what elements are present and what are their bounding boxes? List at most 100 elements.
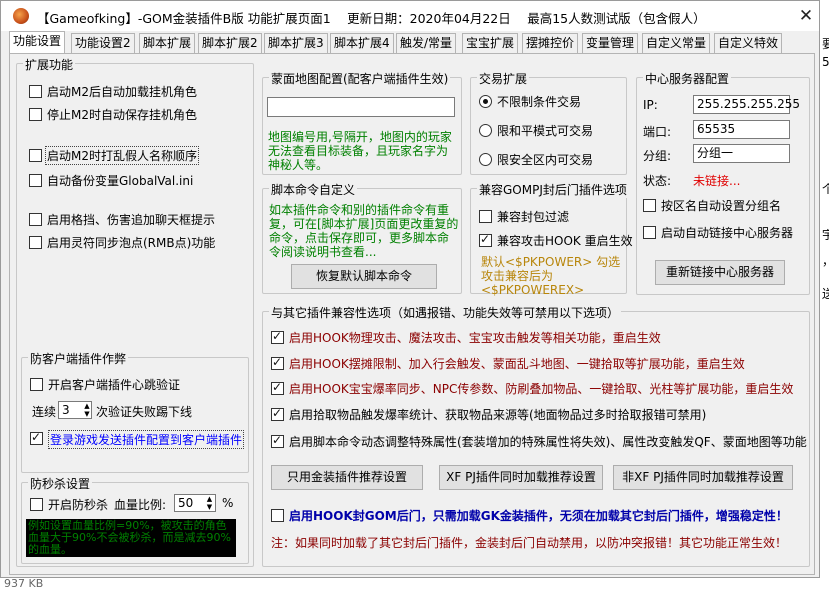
checkbox-label: 停止M2时自动保存挂机角色	[47, 108, 197, 122]
radio-peace-mode[interactable]	[479, 124, 492, 137]
reconnect-server-button[interactable]: 重新链接中心服务器	[655, 260, 785, 285]
checkbox-anti-instakill[interactable]	[30, 498, 43, 511]
label-port: 端口:	[643, 125, 672, 139]
main-window: 【Gameofking】-GOM金装插件B版 功能扩展页面1 更新日期：2020…	[0, 0, 820, 578]
radio-label: 限安全区内可交易	[497, 153, 594, 167]
checkbox-backup-globalval[interactable]	[29, 174, 42, 187]
spinner-arrows-icon[interactable]: ▲ ▼	[204, 495, 215, 511]
xf-pj-preset-button[interactable]: XF PJ插件同时加载推荐设置	[439, 465, 603, 490]
group-label: 中心服务器配置	[643, 70, 732, 87]
checkbox-label: 启用脚本命令动态调整特殊属性(套装增加的特殊属性将失效)、属性改变触发QF、蒙面…	[289, 435, 807, 449]
label-ip: IP:	[643, 98, 658, 112]
restore-default-script-button[interactable]: 恢复默认脚本命令	[291, 264, 437, 289]
tab-script-ext[interactable]: 脚本扩展	[139, 33, 196, 53]
group-input[interactable]: 分组一	[693, 144, 790, 163]
title-bar[interactable]: 【Gameofking】-GOM金装插件B版 功能扩展页面1 更新日期：2020…	[1, 1, 819, 31]
background-fragment: 5	[822, 55, 829, 69]
label-group: 分组:	[643, 149, 672, 163]
group-center-server: 中心服务器配置 IP: 255.255.255.255 端口: 65535 分组…	[636, 70, 810, 295]
group-script-custom: 脚本命令自定义 如本插件命令和别的插件命令有重复，可在[脚本扩展]页面更改重复的…	[262, 181, 462, 294]
checkbox-hook-attack[interactable]	[271, 329, 284, 344]
group-label: 脚本命令自定义	[269, 181, 358, 198]
tab-custom-effect[interactable]: 自定义特效	[714, 33, 783, 53]
checkbox-packet-filter[interactable]	[479, 210, 492, 223]
checkbox-auto-group-name[interactable]	[643, 199, 656, 212]
checkbox-hook-pet-drop[interactable]	[271, 380, 284, 395]
checkbox-hook-gom-backdoor[interactable]	[271, 509, 284, 522]
label-hp-ratio: 血量比例:	[114, 498, 167, 512]
checkbox-heartbeat[interactable]	[30, 378, 43, 391]
group-trade-ext: 交易扩展 不限制条件交易 限和平模式可交易 限安全区内可交易	[470, 70, 627, 175]
tab-script-ext-4[interactable]: 脚本扩展4	[330, 33, 394, 53]
label-consecutive: 连续	[32, 405, 57, 419]
connection-status: 未链接...	[693, 174, 741, 188]
mask-map-info: 地图编号用,号隔开，地图内的玩家无法查看目标装备，且玩家名字为神秘人等。	[268, 130, 452, 172]
radio-no-limit[interactable]	[479, 95, 492, 108]
gold-only-preset-button[interactable]: 只用金装插件推荐设置	[271, 465, 423, 490]
radio-safe-zone[interactable]	[479, 153, 492, 166]
label-percent: %	[222, 496, 234, 510]
mask-map-input[interactable]	[267, 97, 455, 117]
group-label: 交易扩展	[477, 70, 530, 87]
group-extend-functions: 扩展功能 启动M2后自动加载挂机角色 停止M2时自动保存挂机角色 启动M2时打乱…	[16, 56, 254, 567]
ip-input[interactable]: 255.255.255.255	[693, 95, 800, 114]
tab-trigger-constant[interactable]: 触发/常量	[396, 33, 457, 53]
checkbox-label: 启用HOOK摆摊限制、加入行会触发、蒙面乱斗地图、一键拾取等扩展功能，重启生效	[289, 357, 745, 371]
tab-custom-constant[interactable]: 自定义常量	[642, 33, 711, 53]
label-status: 状态:	[643, 174, 672, 188]
checkbox-label: 启用HOOK宝宝爆率同步、NPC传参数、防刷叠加物品、一键拾取、光柱等扩展功能，…	[289, 382, 794, 396]
non-xf-pj-preset-button[interactable]: 非XF PJ插件同时加载推荐设置	[613, 465, 793, 490]
tab-script-ext-3[interactable]: 脚本扩展3	[264, 33, 328, 53]
checkbox-dynamic-attrs[interactable]	[271, 433, 284, 448]
checkbox-label: 启动M2后自动加载挂机角色	[47, 85, 197, 99]
checkbox-attack-hook[interactable]	[479, 232, 492, 247]
checkbox-label: 启用灵符同步泡点(RMB点)功能	[47, 236, 216, 250]
checkbox-auto-load-bots[interactable]	[29, 85, 42, 98]
group-label: 防秒杀设置	[28, 475, 93, 492]
group-label: 蒙面地图配置(配客户端插件生效)	[269, 70, 451, 87]
port-input[interactable]: 65535	[693, 120, 790, 139]
checkbox-label: 兼容攻击HOOK 重启生效	[497, 234, 633, 248]
checkbox-label: 开启客户端插件心跳验证	[48, 378, 181, 392]
background-fragment: 宇	[822, 228, 829, 242]
group-anti-instakill: 防秒杀设置 开启防秒杀 血量比例: 50 ▲ ▼ % 例如设置血量比例=90%，被…	[21, 475, 249, 564]
checkbox-label: 启用HOOK封GOM后门，只需加载GK金装插件，无须在加载其它封后门插件，增强稳…	[289, 509, 788, 523]
app-icon	[13, 8, 29, 24]
tab-variable-manage[interactable]: 变量管理	[582, 33, 639, 53]
group-plugin-compat: 与其它插件兼容性选项（如遇报错、功能失效等可禁用以下选项） 启用HOOK物理攻击…	[262, 304, 810, 567]
checkbox-label: 登录游戏发送插件配置到客户端插件	[48, 430, 245, 449]
checkbox-label: 自动备份变量GlobalVal.ini	[47, 174, 194, 188]
checkbox-auto-save-bots[interactable]	[29, 108, 42, 121]
group-label: 防客户端插件作弊	[28, 350, 129, 367]
tab-stall-price[interactable]: 摆摊控价	[522, 33, 579, 53]
checkbox-block-damage-tip[interactable]	[29, 213, 42, 226]
checkbox-label: 启动M2时打乱假人名称顺序	[45, 146, 199, 165]
checkbox-label: 启用拾取物品触发爆率统计、获取物品来源等(地面物品过多时拾取报错可禁用)	[289, 408, 707, 422]
group-gompj-compat: 兼容GOMPJ封后门插件选项 兼容封包过滤 兼容攻击HOOK 重启生效 默认<$…	[470, 181, 633, 297]
tab-pet-ext[interactable]: 宝宝扩展	[462, 33, 519, 53]
window-title: 【Gameofking】-GOM金装插件B版 功能扩展页面1 更新日期：2020…	[37, 11, 706, 26]
tab-function-settings[interactable]: 功能设置	[9, 31, 66, 53]
background-fragment: 个	[822, 182, 829, 196]
checkbox-pickup-stats[interactable]	[271, 406, 284, 421]
group-mask-map: 蒙面地图配置(配客户端插件生效) 地图编号用,号隔开，地图内的玩家无法查看目标装…	[262, 70, 462, 175]
checkbox-talisman-sync[interactable]	[29, 236, 42, 249]
background-fragment: ，	[822, 252, 829, 269]
group-label: 与其它插件兼容性选项（如遇报错、功能失效等可禁用以下选项）	[269, 304, 622, 321]
label-fail-kick: 次验证失败踢下线	[96, 405, 193, 419]
checkbox-hook-stall[interactable]	[271, 355, 284, 370]
compat-note: 注：如果同时加载了其它封后门插件，金装封后门自动禁用，以防冲突报错！其它功能正常…	[271, 536, 788, 550]
group-label: 扩展功能	[23, 56, 76, 73]
checkbox-send-config[interactable]	[30, 430, 43, 445]
close-icon[interactable]: ✕	[791, 4, 819, 28]
tab-script-ext-2[interactable]: 脚本扩展2	[198, 33, 262, 53]
checkbox-label: 启动自动链接中心服务器	[661, 226, 794, 240]
group-anti-client-cheat: 防客户端插件作弊 开启客户端插件心跳验证 连续 3 ▲▼ 次验证失败踢下线 登录…	[21, 350, 249, 473]
tab-function-settings-2[interactable]: 功能设置2	[71, 33, 135, 53]
tab-pane-function-settings: 扩展功能 启动M2后自动加载挂机角色 停止M2时自动保存挂机角色 启动M2时打乱…	[9, 53, 815, 575]
spinner-arrows-icon[interactable]: ▲ ▼	[82, 402, 92, 418]
radio-label: 不限制条件交易	[497, 95, 582, 109]
checkbox-label: 按区名自动设置分组名	[661, 199, 782, 213]
checkbox-shuffle-bot-names[interactable]	[29, 149, 42, 162]
checkbox-auto-link-server[interactable]	[643, 226, 656, 239]
